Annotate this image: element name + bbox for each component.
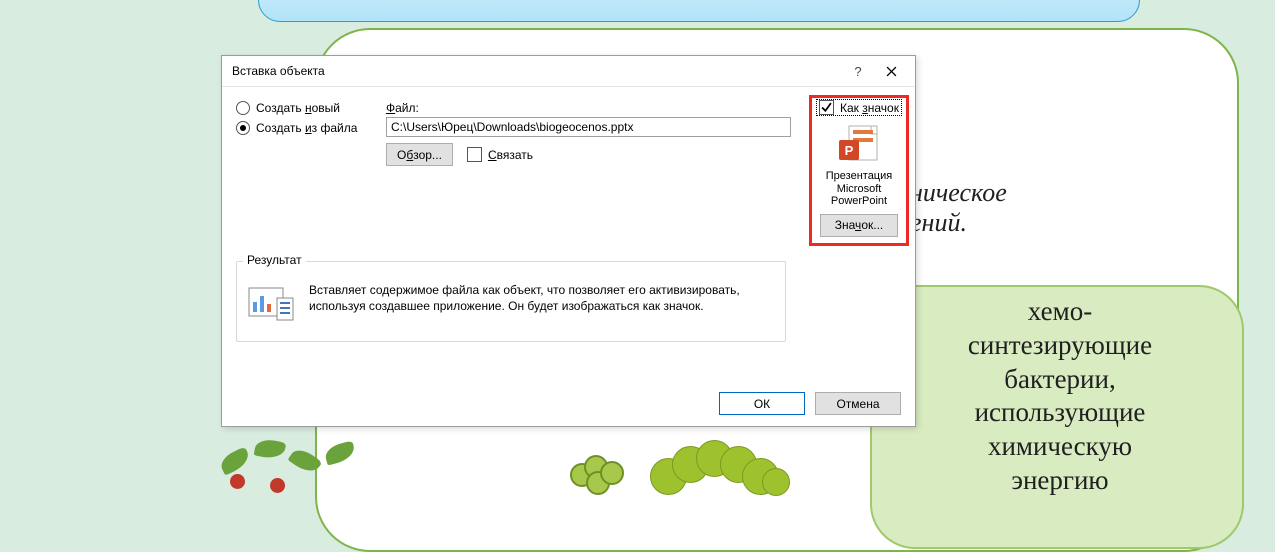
result-legend: Результат: [243, 253, 306, 267]
strawberry-plant-icon: [210, 432, 370, 502]
result-group: Результат Вставляет содержимое файла как: [236, 261, 786, 342]
insert-object-dialog: Вставка объекта ? Создать новый Создать …: [221, 55, 916, 427]
file-label: Файл:: [386, 101, 791, 115]
cancel-button[interactable]: Отмена: [815, 392, 901, 415]
display-as-icon-label: Как значок: [840, 101, 899, 115]
display-as-icon-panel: Как значок P Презентация Microsoft Power…: [809, 95, 909, 246]
dialog-titlebar: Вставка объекта ?: [222, 56, 915, 87]
checkbox-icon: [467, 147, 482, 162]
dialog-title: Вставка объекта: [232, 64, 843, 78]
powerpoint-icon: P: [837, 124, 881, 168]
link-checkbox[interactable]: Связать: [467, 147, 533, 162]
change-icon-button[interactable]: Значок...: [820, 214, 898, 237]
help-button[interactable]: ?: [843, 64, 873, 79]
link-label: Связать: [488, 148, 533, 162]
radio-icon: [236, 121, 250, 135]
bg-bacteria-text: хемо- синтезирующие бактерии, использующ…: [895, 295, 1225, 498]
icon-caption: Презентация Microsoft PowerPoint: [813, 170, 905, 208]
file-path-input[interactable]: [386, 117, 791, 137]
display-as-icon-checkbox[interactable]: Как значок: [816, 99, 902, 116]
create-from-file-label: Создать из файла: [256, 121, 357, 135]
radio-icon: [236, 101, 250, 115]
embed-icon: [247, 282, 295, 325]
create-new-label: Создать новый: [256, 101, 340, 115]
worm-icon: [650, 440, 810, 500]
close-icon: [886, 66, 897, 77]
ok-button[interactable]: ОК: [719, 392, 805, 415]
title-ribbon: [258, 0, 1140, 22]
create-new-radio[interactable]: Создать новый: [236, 101, 386, 115]
browse-button[interactable]: Обзор...: [386, 143, 453, 166]
bg-organic-text: ническое ений.: [910, 178, 1007, 238]
svg-text:P: P: [845, 143, 854, 158]
result-text: Вставляет содержимое файла как объект, ч…: [309, 282, 775, 314]
checkbox-icon: [819, 100, 834, 115]
close-button[interactable]: [873, 60, 909, 82]
create-from-file-radio[interactable]: Создать из файла: [236, 121, 386, 135]
